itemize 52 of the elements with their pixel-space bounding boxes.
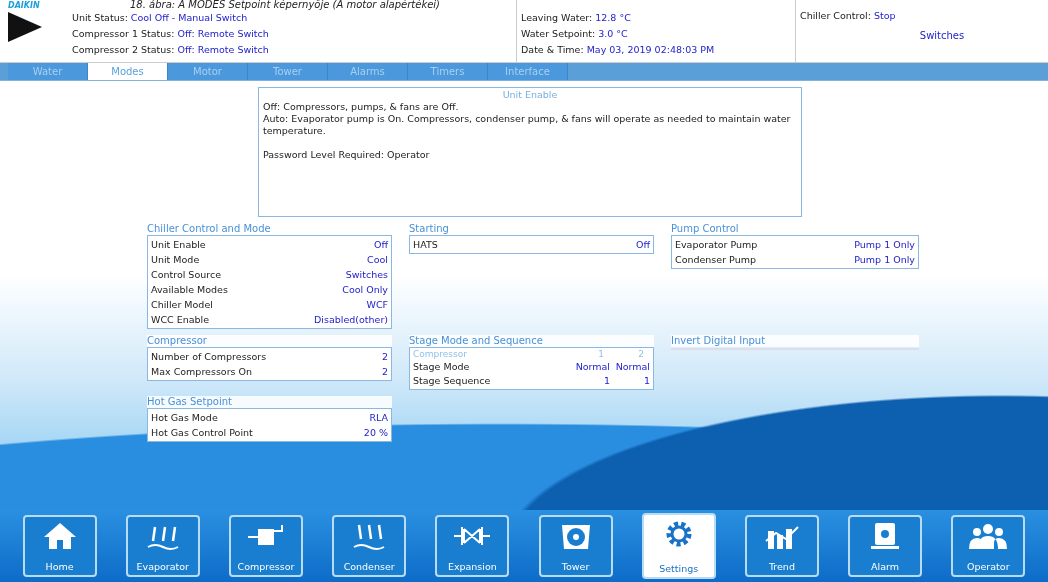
status-text: Compressor 2 Status: Off: Remote Switch [72, 44, 270, 56]
panel-title: Compressor [147, 335, 392, 347]
status-text: Leaving Water: 12.8 °C [521, 12, 632, 24]
nav-button[interactable]: Operator [951, 515, 1026, 577]
column-header: 1 [597, 349, 605, 360]
setting-row[interactable]: Available Modes Cool Only [151, 282, 388, 297]
status-text: Water Setpoint: 3.0 °C [521, 28, 629, 40]
nav-button[interactable]: Expansion [435, 515, 510, 577]
nav-button[interactable]: Evaporator [125, 515, 200, 577]
setting-value[interactable]: Normal [610, 360, 650, 374]
setting-row[interactable]: Hot Gas Mode RLA [151, 410, 388, 425]
nav-button[interactable]: Condenser [332, 515, 407, 577]
nav-button[interactable]: Trend [744, 515, 819, 577]
setting-row[interactable]: Max Compressors On 2 [151, 364, 388, 379]
help-text: Password Level Required: Operator [263, 149, 431, 161]
setting-value[interactable]: 1 [560, 374, 610, 388]
nav-button[interactable]: Settings [641, 513, 716, 579]
figure-caption: 18. ábra: A MODES Setpoint képernyője (A motor alapértékei) [130, 0, 440, 10]
setting-value[interactable]: 1 [610, 374, 650, 388]
row-label: Stage Mode [413, 360, 471, 374]
setting-row[interactable]: Condenser Pump Pump 1 Only [675, 252, 915, 267]
setting-row[interactable]: Chiller Model WCF [151, 297, 388, 312]
column-header: 2 [637, 349, 645, 360]
panel-title: Hot Gas Setpoint [147, 396, 392, 408]
setting-row[interactable]: Number of Compressors 2 [151, 349, 388, 364]
help-text: Off: Compressors, pumps, & fans are Off. [263, 101, 460, 113]
logo-icon [8, 12, 42, 42]
help-text: Auto: Evaporator pump is On. Compressors, condenser pump, & fans will operate as needed to maintain water temperature. [263, 113, 792, 137]
status-text: Compressor 1 Status: Off: Remote Switch [72, 28, 270, 40]
setting-row[interactable]: WCC Enable Disabled(other) [151, 312, 388, 327]
setting-row[interactable]: Unit Mode Cool [151, 252, 388, 267]
setting-row[interactable]: Hot Gas Control Point 20 % [151, 425, 388, 440]
setting-row[interactable]: Unit Enable Off [151, 237, 388, 252]
column-header: Compressor [413, 349, 468, 360]
setting-row[interactable]: Evaporator Pump Pump 1 Only [675, 237, 915, 252]
panel-title: Invert Digital Input [671, 335, 919, 347]
status-text: Unit Status: Cool Off - Manual Switch [72, 12, 249, 24]
setting-row[interactable]: Control Source Switches [151, 267, 388, 282]
nav-button[interactable]: Tower [538, 515, 613, 577]
nav-button[interactable]: Compressor [228, 515, 303, 577]
setting-value[interactable]: Normal [560, 360, 610, 374]
brand-logo: DAIKIN [8, 2, 41, 10]
row-label: Stage Sequence [413, 374, 492, 388]
nav-button[interactable]: Alarm [848, 515, 923, 577]
setting-row[interactable]: HATS Off [413, 237, 650, 252]
nav-button[interactable]: Home [22, 515, 97, 577]
panel-title: Stage Mode and Sequence [409, 335, 654, 347]
status-text: Chiller Control: Stop [800, 10, 897, 22]
help-title: Unit Enable [501, 88, 559, 101]
control-source-text: Switches [919, 30, 965, 41]
people-icon [968, 521, 1009, 551]
status-text: Date & Time: May 03, 2019 02:48:03 PM [521, 44, 716, 56]
